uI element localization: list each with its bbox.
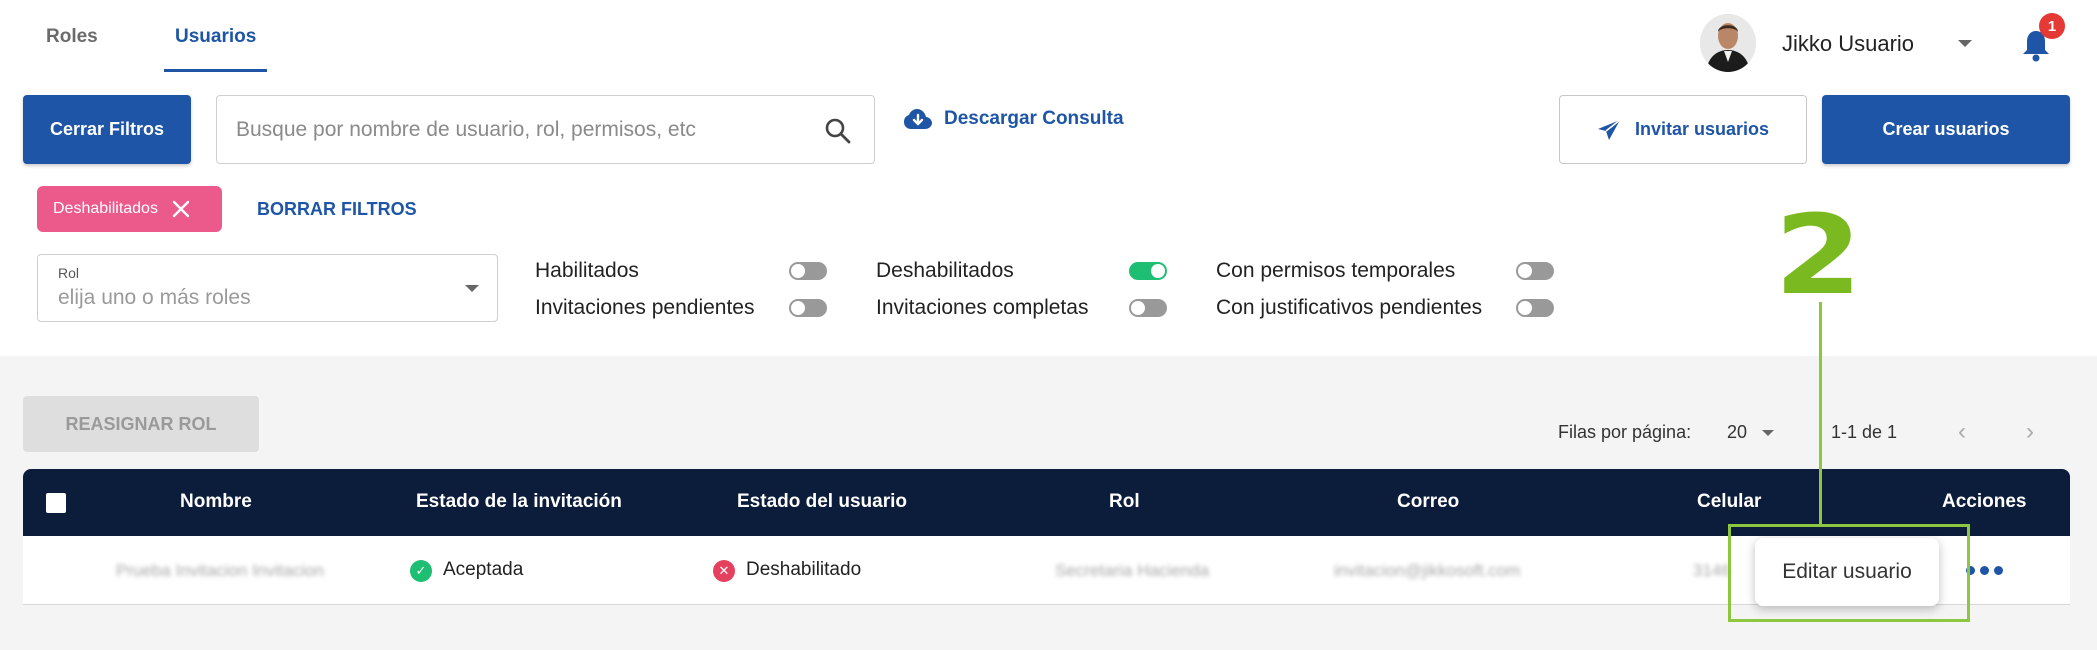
rows-per-page-select[interactable]: 20: [1727, 422, 1747, 443]
active-tab-indicator: [164, 69, 267, 72]
notification-badge: 1: [2039, 13, 2065, 39]
clear-filters-button[interactable]: BORRAR FILTROS: [257, 199, 417, 220]
download-query-link[interactable]: Descargar Consulta: [904, 108, 1124, 130]
chevron-down-icon[interactable]: [1958, 40, 1972, 47]
cell-email: invitacion@jikkosoft.com: [1334, 561, 1521, 580]
annotation-connector-line: [1819, 302, 1822, 524]
invite-users-button[interactable]: Invitar usuarios: [1559, 95, 1807, 164]
pagination-range: 1-1 de 1: [1831, 422, 1898, 442]
search-box[interactable]: [216, 95, 875, 164]
tab-usuarios[interactable]: Usuarios: [175, 26, 256, 48]
toggle-pending-invitations[interactable]: [789, 299, 827, 317]
search-icon[interactable]: [824, 117, 852, 145]
toggle-disabled[interactable]: [1129, 262, 1167, 280]
column-header-role[interactable]: Rol: [1109, 491, 1140, 513]
role-select-placeholder: elija uno o más roles: [58, 286, 251, 309]
send-icon: [1597, 118, 1621, 140]
cell-role: Secretaria Hacienda: [1055, 561, 1210, 580]
cancel-circle-icon: ✕: [713, 560, 735, 582]
toggle-label-pending-invitations: Invitaciones pendientes: [535, 296, 755, 319]
toggle-temporary-permissions[interactable]: [1516, 262, 1554, 280]
toggle-label-complete-invitations: Invitaciones completas: [876, 296, 1089, 319]
reassign-role-button[interactable]: REASIGNAR ROL: [23, 396, 259, 452]
tab-roles[interactable]: Roles: [46, 26, 98, 48]
column-header-email[interactable]: Correo: [1397, 491, 1459, 513]
chevron-down-icon[interactable]: [465, 285, 479, 292]
toggle-pending-justifications[interactable]: [1516, 299, 1554, 317]
filter-chip-disabled[interactable]: Deshabilitados: [37, 186, 222, 232]
create-users-button[interactable]: Crear usuarios: [1822, 95, 2070, 164]
rows-per-page-label: Filas por página:: [1558, 422, 1692, 442]
filter-chip-label: Deshabilitados: [53, 200, 158, 217]
check-circle-icon: ✓: [410, 560, 432, 582]
toggle-enabled[interactable]: [789, 262, 827, 280]
invite-users-label: Invitar usuarios: [1634, 119, 1770, 139]
column-header-phone[interactable]: Celular: [1697, 491, 1761, 513]
chevron-right-icon[interactable]: ›: [2026, 418, 2034, 446]
toggle-label-pending-justifications: Con justificativos pendientes: [1216, 296, 1483, 319]
column-header-actions: Acciones: [1942, 491, 2027, 512]
role-select[interactable]: Rol elija uno o más roles: [37, 254, 498, 322]
column-header-user-status[interactable]: Estado del usuario: [737, 491, 907, 513]
cell-invitation-status: Aceptada: [443, 559, 524, 580]
search-input[interactable]: [236, 117, 796, 142]
chevron-left-icon[interactable]: ‹: [1958, 418, 1966, 446]
cloud-download-icon: [904, 109, 932, 129]
toggle-label-disabled: Deshabilitados: [876, 259, 1014, 282]
close-filters-button[interactable]: Cerrar Filtros: [23, 95, 191, 164]
user-name[interactable]: Jikko Usuario: [1782, 31, 1914, 57]
select-all-checkbox[interactable]: [46, 493, 66, 513]
annotation-step-number: 2: [1774, 191, 1863, 319]
column-header-invitation-status[interactable]: Estado de la invitación: [416, 491, 622, 513]
more-actions-icon[interactable]: [1966, 566, 2003, 575]
cell-name: Prueba Invitacion Invitacion: [116, 561, 324, 580]
toggle-label-temporary-permissions: Con permisos temporales: [1216, 259, 1456, 282]
download-query-label: Descargar Consulta: [944, 108, 1124, 129]
cell-phone: 3146: [1693, 561, 1731, 580]
toggle-complete-invitations[interactable]: [1129, 299, 1167, 317]
avatar[interactable]: [1700, 14, 1756, 72]
cell-user-status: Deshabilitado: [746, 559, 862, 580]
close-icon[interactable]: [172, 200, 190, 218]
toggle-label-enabled: Habilitados: [535, 259, 639, 282]
chevron-down-icon[interactable]: [1762, 430, 1774, 436]
annotation-highlight-box: [1728, 524, 1970, 622]
role-select-label: Rol: [58, 265, 80, 281]
column-header-name[interactable]: Nombre: [180, 491, 252, 513]
